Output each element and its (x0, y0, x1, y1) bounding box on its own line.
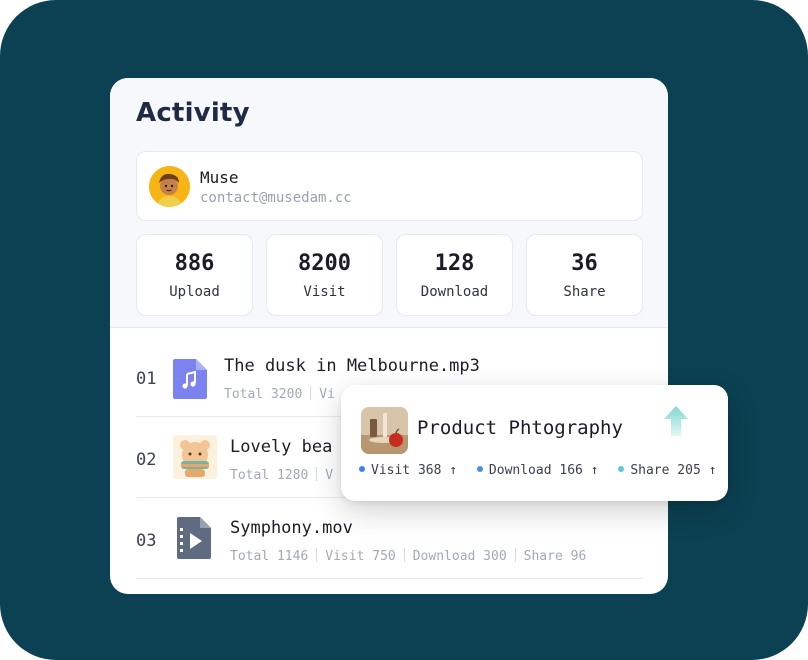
meta-total: Total 3200 (224, 387, 303, 402)
stat-visit[interactable]: 8200 Visit (266, 234, 383, 316)
stat-label: Visit (303, 284, 346, 300)
image-thumbnail (173, 435, 217, 479)
item-index: 02 (136, 450, 157, 470)
popup-stat-label: Visit 368 ↑ (371, 463, 458, 478)
video-file-icon (176, 516, 216, 560)
item-index: 01 (136, 369, 157, 389)
meta-visit: Visit 750 (325, 549, 396, 564)
list-item[interactable]: 03 Symphony.mov Total 1146 Visit 750 Downl… (136, 498, 643, 579)
stat-value: 8200 (298, 251, 351, 276)
item-meta: Total 1280 V (230, 467, 333, 483)
profile-name: Muse (200, 168, 239, 187)
divider (316, 467, 318, 481)
profile-box[interactable]: Muse contact@musedam.cc (136, 151, 643, 221)
dot-icon (618, 466, 625, 472)
meta-share: Share 96 (523, 549, 587, 564)
divider (514, 548, 516, 562)
popup-stats: Visit 368 ↑ Download 166 ↑ Share 205 ↑ (359, 463, 728, 478)
popup-stat-label: Share 205 ↑ (630, 463, 717, 478)
stat-label: Upload (169, 284, 220, 300)
product-popup-card[interactable]: Product Phtography Visit 368 ↑ Download … (341, 385, 728, 501)
stat-label: Download (420, 284, 489, 300)
stat-label: Share (563, 284, 606, 300)
dot-icon (476, 466, 483, 472)
stat-value: 36 (571, 251, 598, 276)
meta-download: Download 300 (412, 549, 507, 564)
card-title: Activity (136, 98, 250, 128)
item-meta: Total 3200 Vi (224, 386, 335, 402)
popup-stat-share: Share 205 ↑ (618, 463, 716, 478)
stat-share[interactable]: 36 Share (526, 234, 643, 316)
product-thumbnail (361, 407, 408, 454)
meta-total: Total 1280 (230, 468, 309, 483)
item-title: The dusk in Melbourne.mp3 (224, 356, 480, 376)
dot-icon (359, 466, 365, 472)
divider (403, 548, 405, 562)
stat-value: 886 (174, 251, 215, 276)
meta-visit: V (325, 468, 334, 483)
avatar[interactable] (149, 166, 190, 207)
profile-email: contact@musedam.cc (200, 190, 352, 206)
popup-title: Product Phtography (417, 417, 623, 439)
trending-up-arrow-icon (663, 405, 689, 437)
item-title: Symphony.mov (230, 518, 353, 538)
popup-stat-download: Download 166 ↑ (476, 463, 599, 478)
stat-download[interactable]: 128 Download (396, 234, 513, 316)
item-meta: Total 1146 Visit 750 Download 300 Share 96 (230, 548, 586, 564)
popup-stat-visit: Visit 368 ↑ (359, 463, 457, 478)
meta-total: Total 1146 (230, 549, 309, 564)
popup-stat-label: Download 166 ↑ (488, 463, 599, 478)
avatar-illustration (149, 166, 190, 207)
stat-value: 128 (434, 251, 475, 276)
music-file-icon (172, 358, 212, 402)
stat-upload[interactable]: 886 Upload (136, 234, 253, 316)
activity-card: Activity Muse contact@musedam.cc 886 Upl… (110, 78, 668, 594)
divider (316, 548, 318, 562)
item-title: Lovely bea (230, 437, 333, 457)
stats-row: 886 Upload 8200 Visit 128 Download 36 Sh… (136, 234, 643, 316)
divider (310, 386, 312, 400)
meta-visit: Vi (319, 387, 335, 402)
item-index: 03 (136, 531, 157, 551)
